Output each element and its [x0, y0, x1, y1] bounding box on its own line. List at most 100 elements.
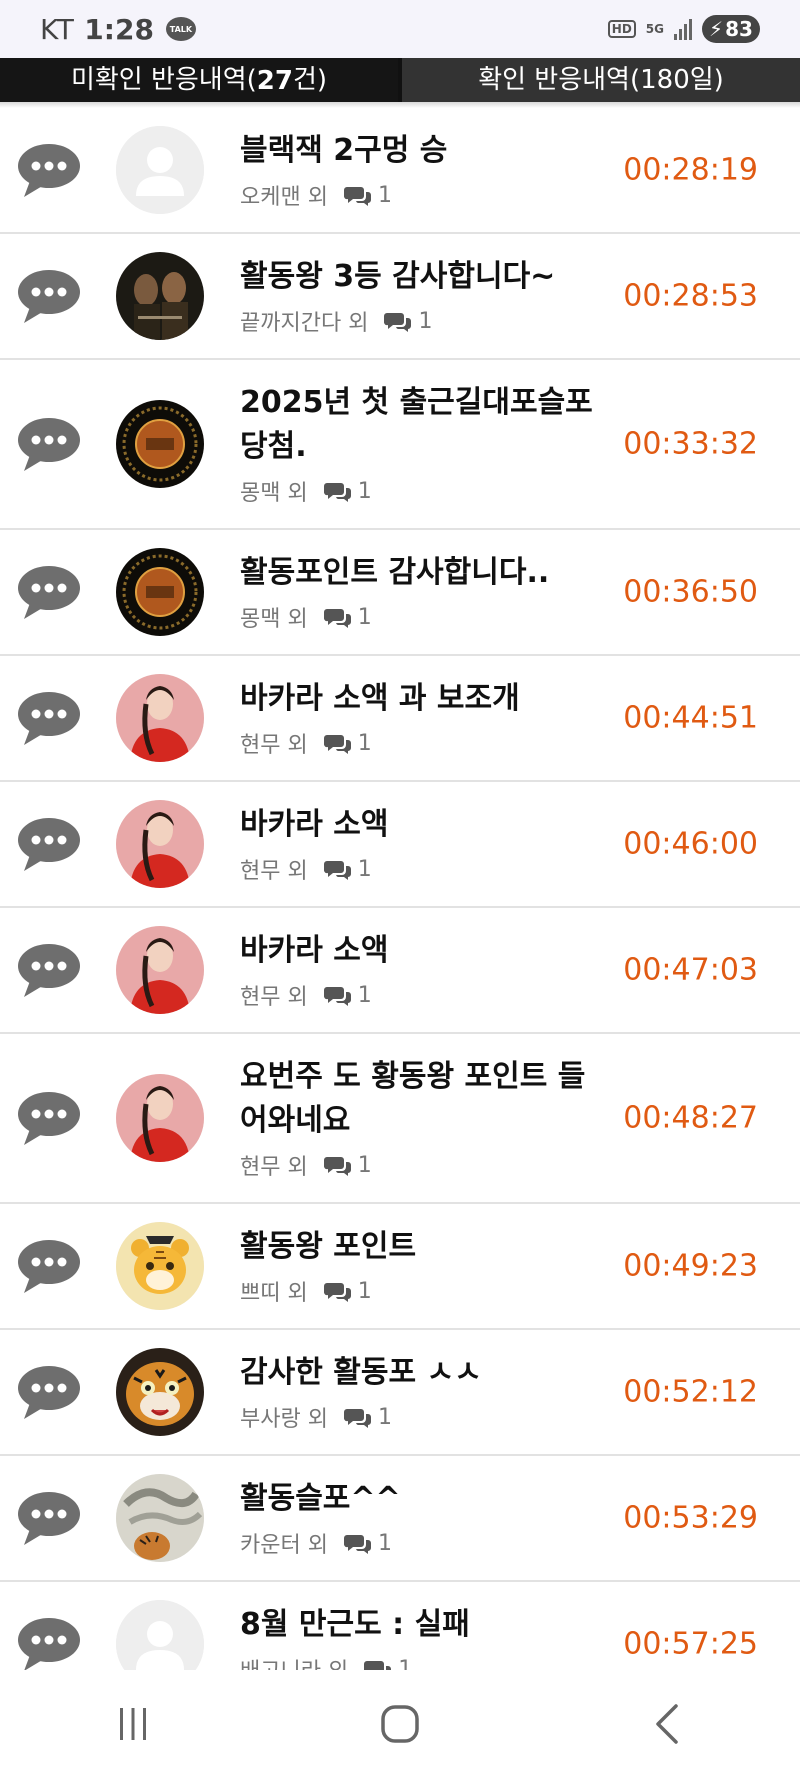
- item-title: 2025년 첫 출근길대포슬포당첨.: [240, 385, 593, 464]
- item-content: 활동왕 포인트 쁘띠 외 1: [240, 1225, 610, 1307]
- item-meta: 몽맥 외 1: [240, 475, 610, 507]
- list-item[interactable]: 8월 만근도 : 실패 배고니라 외 1 00:57:25: [0, 1582, 800, 1670]
- tab-unchecked-count: 27: [256, 66, 293, 96]
- list-item[interactable]: 바카라 소액 현무 외 1 00:46:00: [0, 782, 800, 908]
- system-nav-bar: [0, 1670, 800, 1778]
- item-time: 00:52:12: [623, 1374, 758, 1410]
- item-content: 활동슬포^^ 카운터 외 1: [240, 1477, 610, 1559]
- item-comment-count: 1: [377, 182, 392, 208]
- list-item[interactable]: 활동왕 포인트 쁘띠 외 1 00:49:23: [0, 1204, 800, 1330]
- chat-bubble-icon: [18, 818, 80, 871]
- battery-indicator: ⚡ 83: [702, 15, 760, 43]
- item-time: 00:49:23: [623, 1248, 758, 1284]
- recents-icon: [120, 1708, 147, 1740]
- status-time: 1:28: [84, 12, 154, 46]
- signal-icon: [674, 18, 692, 40]
- item-time: 00:57:25: [623, 1626, 758, 1662]
- item-meta: 배고니라 외 1: [240, 1653, 610, 1670]
- list-item[interactable]: 블랙잭 2구멍 승 오케맨 외 1 00:28:19: [0, 108, 800, 234]
- item-title: 바카라 소액: [240, 807, 389, 842]
- home-button[interactable]: [340, 1684, 460, 1764]
- item-meta: 쁘띠 외 1: [240, 1275, 610, 1307]
- item-author: 현무 외: [240, 1155, 308, 1180]
- comments-icon: [323, 861, 351, 880]
- tab-checked-label: 확인 반응내역(180일): [478, 65, 724, 95]
- chat-bubble-icon: [18, 944, 80, 997]
- item-meta: 오케맨 외 1: [240, 179, 610, 211]
- chat-bubble-icon: [18, 270, 80, 323]
- comments-icon: [364, 1661, 392, 1670]
- recents-button[interactable]: [73, 1684, 193, 1764]
- item-meta: 부사랑 외 1: [240, 1401, 610, 1433]
- reaction-list[interactable]: 블랙잭 2구멍 승 오케맨 외 1 00:28:19 활동왕 3등 감사합니다~…: [0, 108, 800, 1670]
- list-item[interactable]: 활동왕 3등 감사합니다~ 끝까지간다 외 1 00:28:53: [0, 234, 800, 360]
- tab-checked-reactions[interactable]: 확인 반응내역(180일): [398, 58, 800, 102]
- comments-icon: [323, 987, 351, 1006]
- avatar: [116, 1600, 204, 1670]
- item-comment-count: 1: [377, 1530, 392, 1556]
- item-content: 요번주 도 황동왕 포인트 들어와네요 현무 외 1: [240, 1055, 610, 1181]
- item-content: 8월 만근도 : 실패 배고니라 외 1: [240, 1603, 610, 1670]
- comments-icon: [323, 1283, 351, 1302]
- item-author: 끝까지간다 외: [240, 311, 369, 336]
- list-item[interactable]: 2025년 첫 출근길대포슬포당첨. 몽맥 외 1 00:33:32: [0, 360, 800, 530]
- item-time: 00:36:50: [623, 574, 758, 610]
- tab-bar: 미확인 반응내역(27 건) 확인 반응내역(180일): [0, 58, 800, 102]
- item-comment-count: 1: [357, 1152, 372, 1178]
- item-comment-count: 1: [357, 478, 372, 504]
- item-time: 00:28:53: [623, 278, 758, 314]
- item-author: 현무 외: [240, 985, 308, 1010]
- avatar: [116, 548, 204, 636]
- tab-unchecked-label-post: 건): [292, 65, 328, 95]
- item-title: 바카라 소액 과 보조개: [240, 681, 520, 716]
- item-meta: 현무 외 1: [240, 979, 610, 1011]
- chat-bubble-icon: [18, 692, 80, 745]
- list-item[interactable]: 요번주 도 황동왕 포인트 들어와네요 현무 외 1 00:48:27: [0, 1034, 800, 1204]
- avatar: [116, 1074, 204, 1162]
- item-meta: 끝까지간다 외 1: [240, 305, 610, 337]
- comments-icon: [343, 1409, 371, 1428]
- avatar: [116, 674, 204, 762]
- item-comment-count: 1: [377, 1404, 392, 1430]
- avatar: [116, 800, 204, 888]
- item-title: 8월 만근도 : 실패: [240, 1607, 470, 1642]
- item-time: 00:46:00: [623, 826, 758, 862]
- chat-bubble-icon: [18, 1092, 80, 1145]
- kakaotalk-notification-icon: TALK: [165, 17, 196, 41]
- item-title: 활동왕 3등 감사합니다~: [240, 259, 556, 294]
- list-item[interactable]: 활동포인트 감사합니다.. 몽맥 외 1 00:36:50: [0, 530, 800, 656]
- chat-bubble-icon: [18, 1366, 80, 1419]
- item-title: 바카라 소액: [240, 933, 389, 968]
- avatar: [116, 400, 204, 488]
- back-icon: [655, 1704, 678, 1744]
- battery-level: 83: [725, 17, 753, 41]
- tab-unchecked-reactions[interactable]: 미확인 반응내역(27 건): [0, 58, 398, 102]
- back-button[interactable]: [607, 1684, 727, 1764]
- item-content: 감사한 활동포 ㅅㅅ 부사랑 외 1: [240, 1351, 610, 1433]
- item-author: 몽맥 외: [240, 481, 308, 506]
- item-comment-count: 1: [357, 730, 372, 756]
- item-content: 활동포인트 감사합니다.. 몽맥 외 1: [240, 551, 610, 633]
- item-author: 현무 외: [240, 859, 308, 884]
- item-time: 00:48:27: [623, 1100, 758, 1136]
- list-item[interactable]: 바카라 소액 과 보조개 현무 외 1 00:44:51: [0, 656, 800, 782]
- hd-voice-icon: HD: [607, 20, 636, 38]
- item-title: 활동슬포^^: [240, 1481, 401, 1516]
- item-meta: 현무 외 1: [240, 727, 610, 759]
- item-comment-count: 1: [357, 604, 372, 630]
- avatar: [116, 252, 204, 340]
- item-author: 현무 외: [240, 733, 308, 758]
- item-title: 활동왕 포인트: [240, 1229, 417, 1264]
- item-content: 활동왕 3등 감사합니다~ 끝까지간다 외 1: [240, 255, 610, 337]
- chat-bubble-icon: [18, 1240, 80, 1293]
- list-item[interactable]: 활동슬포^^ 카운터 외 1 00:53:29: [0, 1456, 800, 1582]
- status-icons: HD 5G ⚡ 83: [607, 15, 760, 43]
- list-item[interactable]: 바카라 소액 현무 외 1 00:47:03: [0, 908, 800, 1034]
- item-content: 바카라 소액 현무 외 1: [240, 803, 610, 885]
- item-content: 바카라 소액 과 보조개 현무 외 1: [240, 677, 610, 759]
- list-item[interactable]: 감사한 활동포 ㅅㅅ 부사랑 외 1 00:52:12: [0, 1330, 800, 1456]
- item-comment-count: 1: [357, 982, 372, 1008]
- item-title: 감사한 활동포 ㅅㅅ: [240, 1355, 482, 1390]
- item-author: 쁘띠 외: [240, 1281, 308, 1306]
- item-title: 요번주 도 황동왕 포인트 들어와네요: [240, 1059, 586, 1138]
